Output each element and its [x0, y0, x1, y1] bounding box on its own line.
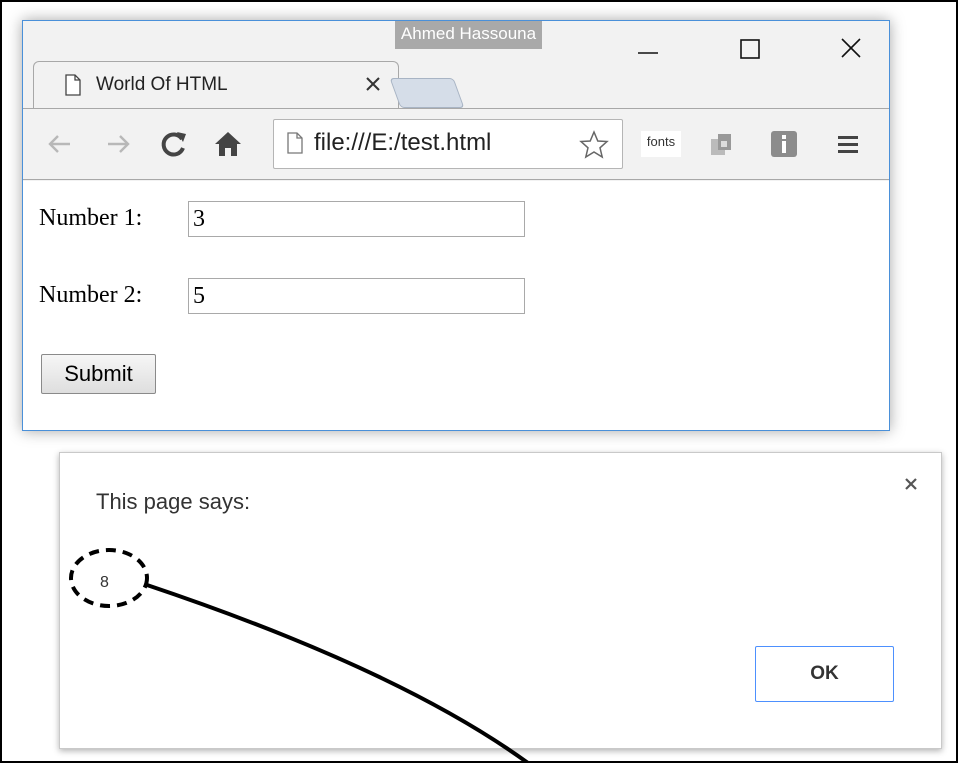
ok-button[interactable]: OK [755, 646, 894, 702]
close-icon[interactable] [902, 475, 920, 493]
browser-window: Ahmed Hassouna World Of HTML file:///E:/… [22, 20, 890, 431]
info-icon[interactable] [769, 129, 799, 159]
submit-button[interactable]: Submit [41, 354, 156, 394]
menu-icon[interactable] [833, 129, 863, 159]
reload-icon[interactable] [159, 129, 189, 159]
page-icon [65, 74, 81, 96]
alert-dialog: This page says: 8 OK [59, 452, 942, 749]
new-tab-button[interactable] [389, 78, 465, 108]
number1-label: Number 1: [39, 205, 143, 231]
close-icon[interactable] [364, 75, 382, 93]
page-icon [287, 132, 303, 154]
back-arrow-icon[interactable] [45, 129, 75, 159]
home-icon[interactable] [213, 129, 243, 159]
tab-world-of-html[interactable]: World Of HTML [33, 61, 399, 110]
dialog-title: This page says: [96, 489, 251, 514]
dialog-message: 8 [100, 574, 109, 591]
minimize-icon[interactable] [628, 33, 668, 65]
number2-label: Number 2: [39, 282, 143, 308]
number2-input[interactable] [188, 278, 525, 314]
profile-badge[interactable]: Ahmed Hassouna [395, 21, 542, 49]
toolbar: file:///E:/test.html fonts [23, 108, 889, 180]
url-text[interactable]: file:///E:/test.html [314, 129, 491, 157]
tab-title: World Of HTML [96, 74, 228, 95]
window-close-icon[interactable] [831, 33, 871, 65]
number1-input[interactable] [188, 201, 525, 237]
extension-icon[interactable] [707, 129, 737, 159]
star-icon[interactable] [579, 130, 609, 160]
forward-arrow-icon[interactable] [103, 129, 133, 159]
page-content: Number 1: Number 2: Submit [23, 181, 889, 430]
fonts-extension-button[interactable]: fonts [641, 131, 681, 157]
address-bar[interactable]: file:///E:/test.html [273, 119, 623, 169]
maximize-icon[interactable] [730, 33, 770, 65]
